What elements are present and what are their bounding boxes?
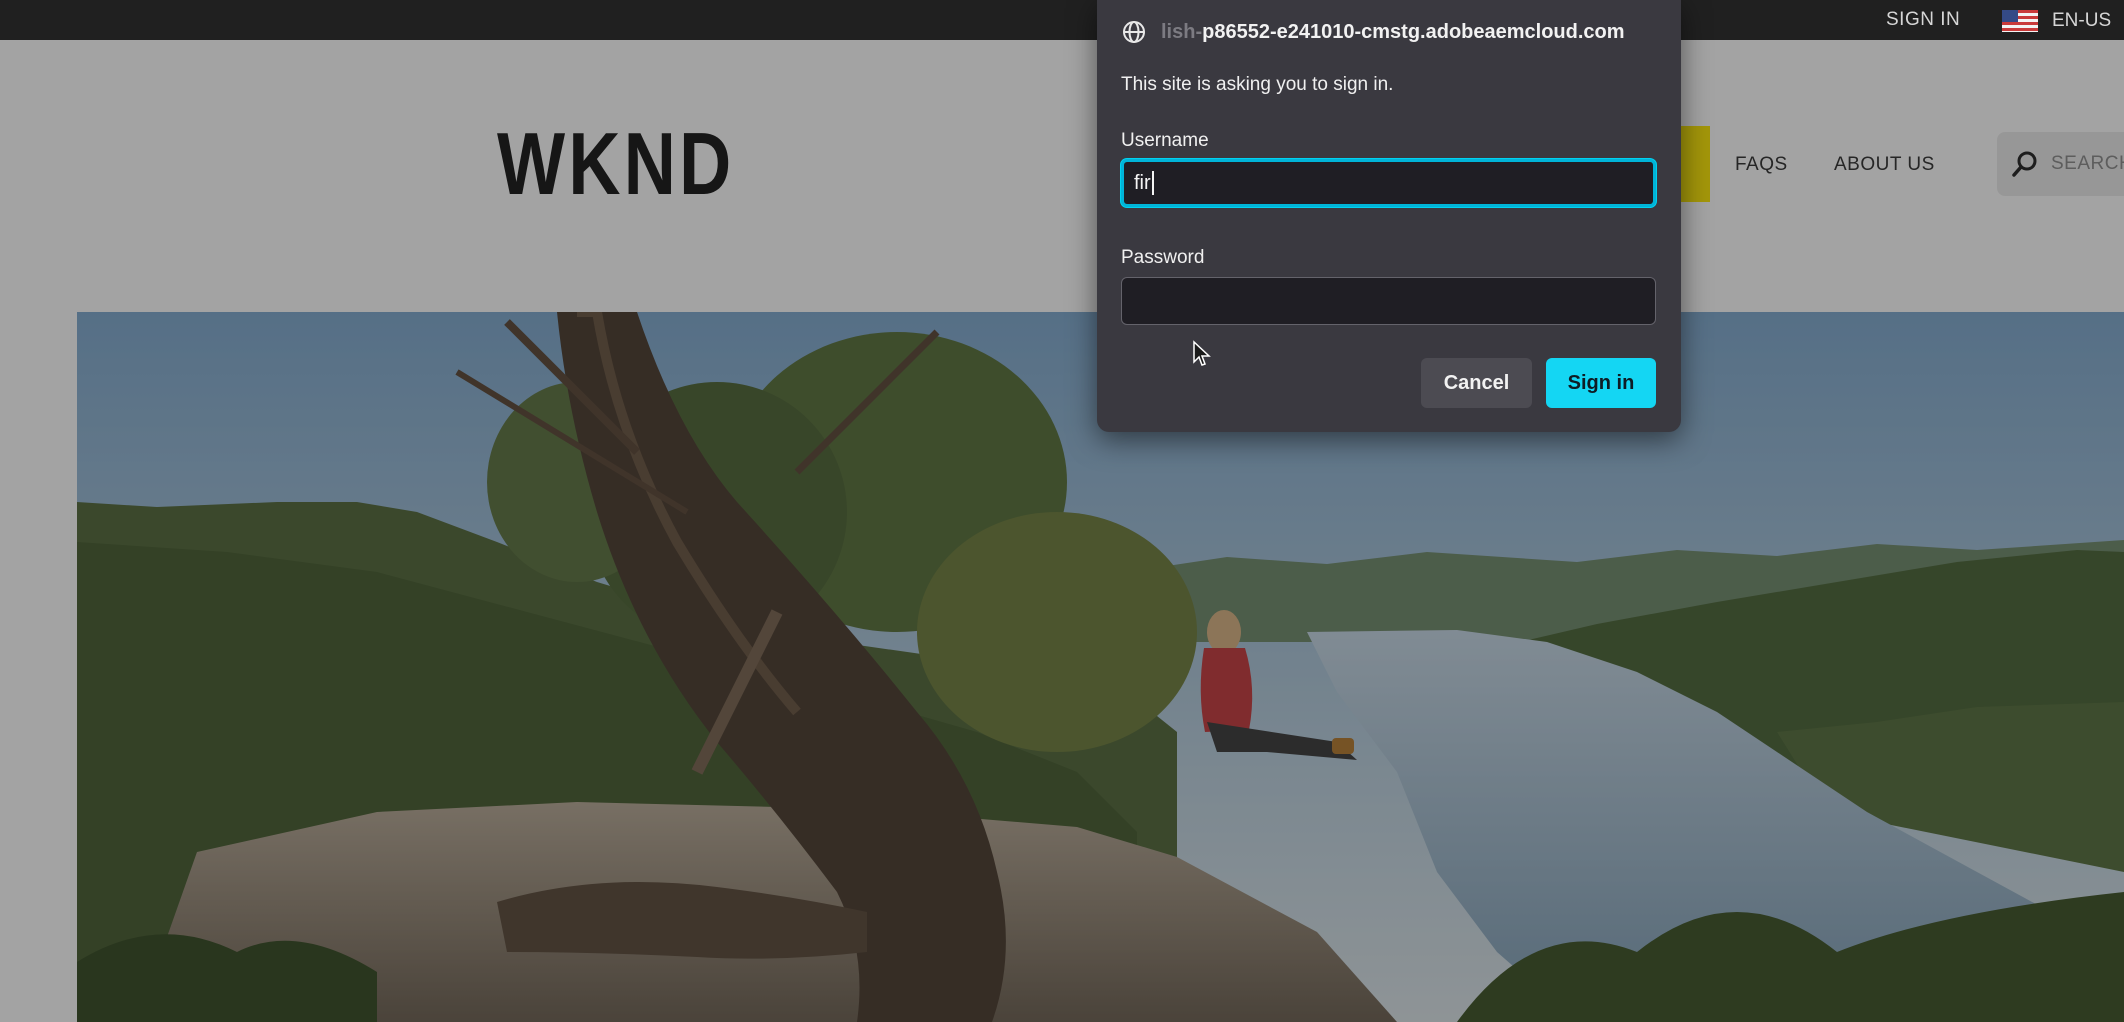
dialog-origin-url: lish-p86552-e241010-cmstg.adobeaemcloud.… bbox=[1161, 21, 1625, 44]
language-selector[interactable]: EN-US bbox=[2002, 9, 2111, 33]
us-flag-icon bbox=[2002, 10, 2038, 32]
username-field[interactable]: fir bbox=[1121, 159, 1656, 207]
origin-url-prefix: lish- bbox=[1161, 20, 1203, 43]
username-label: Username bbox=[1121, 130, 1209, 151]
language-label: EN-US bbox=[2052, 10, 2112, 31]
utility-bar: SIGN IN EN-US bbox=[0, 0, 2124, 40]
dialog-origin: lish-p86552-e241010-cmstg.adobeaemcloud.… bbox=[1121, 18, 1625, 46]
username-value: fir bbox=[1134, 171, 1151, 194]
origin-url-host: p86552-e241010-cmstg.adobeaemcloud.com bbox=[1202, 20, 1625, 43]
sign-in-button[interactable]: Sign in bbox=[1546, 358, 1656, 408]
mouse-pointer-icon bbox=[1193, 340, 1211, 366]
http-auth-dialog: lish-p86552-e241010-cmstg.adobeaemcloud.… bbox=[1097, 0, 1681, 432]
password-label: Password bbox=[1121, 247, 1205, 268]
sign-in-link[interactable]: SIGN IN bbox=[1886, 9, 1960, 31]
text-caret bbox=[1151, 171, 1154, 195]
cancel-button[interactable]: Cancel bbox=[1421, 358, 1532, 408]
password-field[interactable] bbox=[1121, 277, 1656, 325]
modal-backdrop bbox=[0, 40, 2124, 1022]
dialog-message: This site is asking you to sign in. bbox=[1121, 74, 1394, 95]
globe-icon bbox=[1123, 21, 1145, 43]
